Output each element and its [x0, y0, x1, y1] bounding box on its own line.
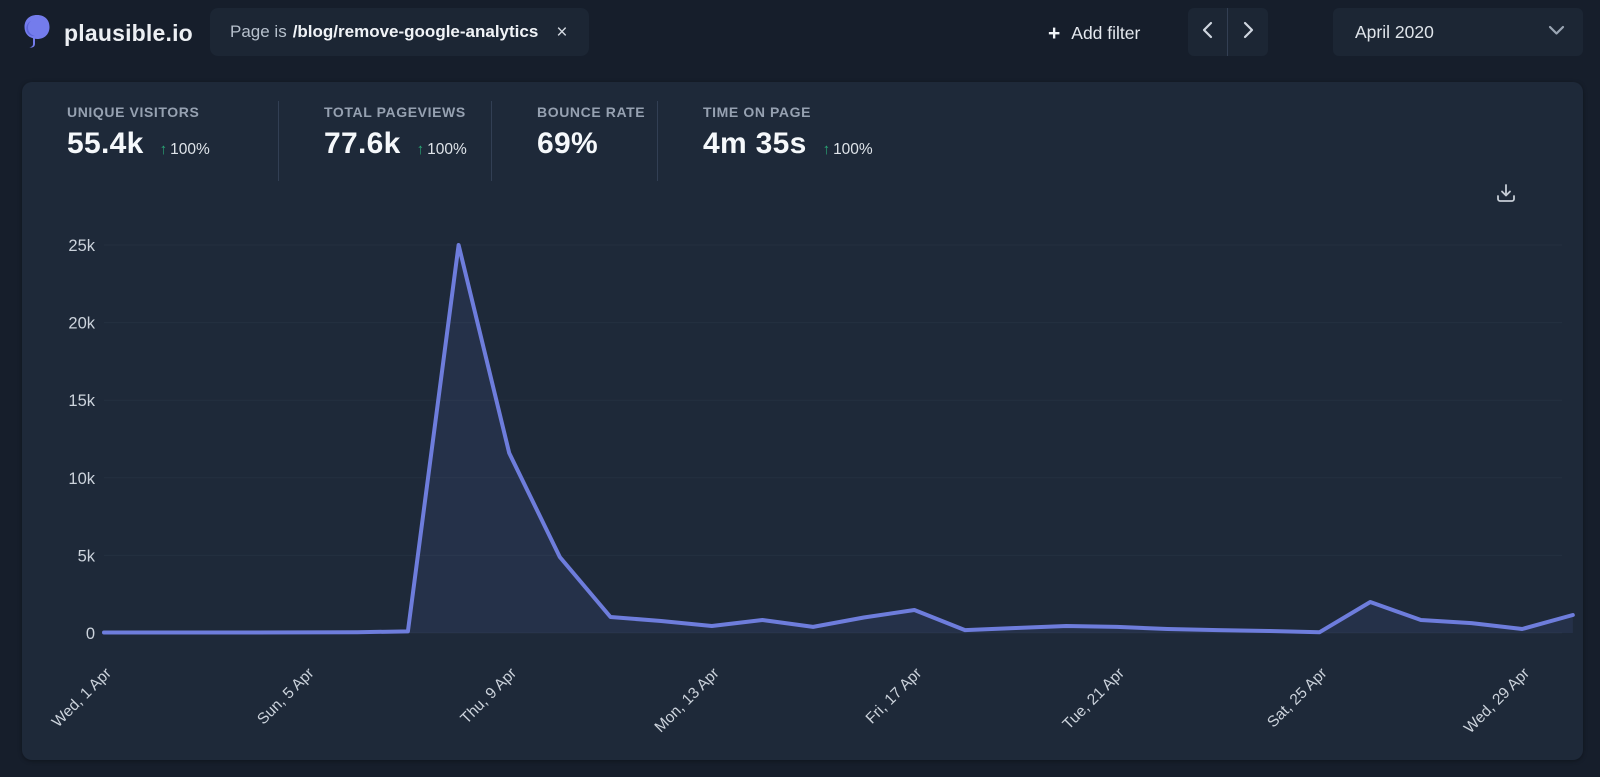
y-axis-label: 20k: [68, 315, 95, 333]
brand-name: plausible.io: [64, 20, 193, 47]
y-axis-label: 10k: [68, 470, 95, 488]
close-icon[interactable]: ×: [556, 23, 567, 42]
prev-period-button[interactable]: [1188, 8, 1228, 56]
date-range-label: April 2020: [1355, 22, 1434, 43]
y-axis-label: 5k: [78, 547, 96, 565]
plausible-logo: [22, 14, 52, 53]
visitors-card: UNIQUE VISITORS 55.4k ↑ 100% TOTAL PAGEV…: [22, 82, 1583, 760]
filter-chip[interactable]: Page is /blog/remove-google-analytics ×: [210, 8, 589, 56]
visitors-line-chart[interactable]: 0 5k 10k 15k 20k 25k Wed, 1 Apr Sun, 5 Apr Thu, …: [22, 82, 1583, 760]
x-axis-label: Mon, 13 Apr: [652, 665, 723, 736]
top-bar: plausible.io Page is /blog/remove-google…: [0, 0, 1600, 66]
y-axis-label: 25k: [68, 237, 95, 255]
filter-chip-value: /blog/remove-google-analytics: [293, 22, 539, 42]
date-nav: [1188, 8, 1268, 56]
x-axis-label: Thu, 9 Apr: [457, 665, 520, 728]
plus-icon: +: [1048, 23, 1060, 44]
date-range-dropdown[interactable]: April 2020: [1333, 8, 1583, 56]
series-area: [104, 245, 1573, 633]
add-filter-button[interactable]: + Add filter: [1048, 0, 1140, 66]
add-filter-label: Add filter: [1071, 23, 1140, 44]
x-axis-label: Sat, 25 Apr: [1264, 665, 1330, 731]
brand-block[interactable]: plausible.io: [22, 14, 193, 53]
chevron-left-icon: [1202, 21, 1214, 44]
x-axis-label: Sun, 5 Apr: [254, 665, 317, 728]
series-line: [104, 245, 1573, 633]
filter-chip-prefix: Page is: [230, 22, 287, 42]
x-axis-label: Wed, 1 Apr: [49, 665, 115, 731]
x-axis-label: Wed, 29 Apr: [1461, 665, 1533, 737]
y-axis-label: 0: [86, 625, 95, 643]
x-axis-label: Tue, 21 Apr: [1060, 665, 1128, 733]
y-axis-label: 15k: [68, 392, 95, 410]
next-period-button[interactable]: [1228, 8, 1268, 56]
chevron-down-icon: [1548, 23, 1565, 41]
chevron-right-icon: [1242, 21, 1254, 44]
x-axis-label: Fri, 17 Apr: [863, 665, 926, 728]
